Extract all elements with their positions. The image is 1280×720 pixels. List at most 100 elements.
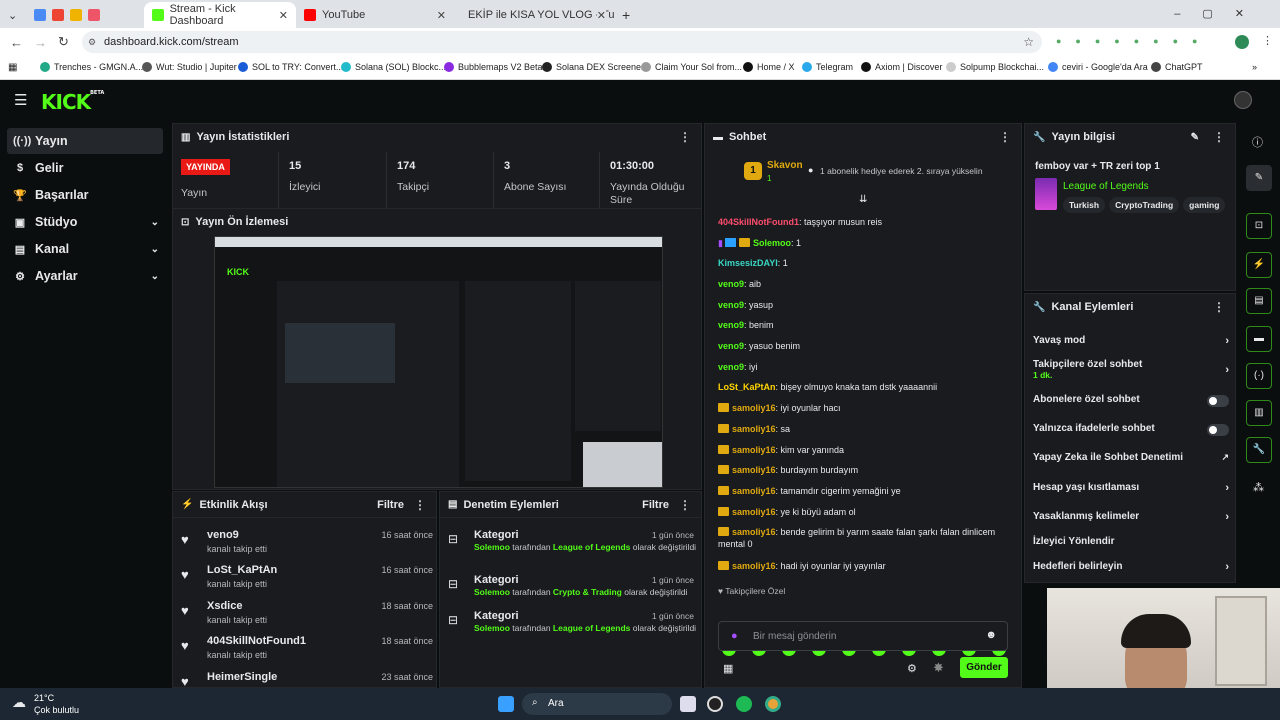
task-view-icon[interactable]: [680, 696, 696, 712]
chrome-icon[interactable]: [765, 696, 781, 712]
sidebar-item-yayin[interactable]: ((·)) Yayın: [7, 128, 163, 154]
chat-username[interactable]: veno9: [718, 341, 744, 351]
start-icon[interactable]: [498, 696, 514, 712]
edit-tool-button[interactable]: ✎: [1246, 165, 1272, 191]
extensions-icons[interactable]: ●●●●●●●●: [1056, 36, 1212, 46]
action-slow-mode[interactable]: Yavaş mod ›: [1033, 335, 1229, 347]
sidebar-item-kanal[interactable]: ▤ Kanal ⌄: [7, 236, 163, 262]
more-icon[interactable]: ⋮: [414, 498, 426, 512]
browser-menu-icon[interactable]: ⋮: [1262, 34, 1273, 47]
broadcast-tool-button[interactable]: (·): [1246, 363, 1272, 389]
bookmark-item[interactable]: SOL to TRY: Convert...: [238, 62, 343, 72]
bookmark-item[interactable]: Wut: Studio | Jupiter: [142, 62, 237, 72]
chat-input[interactable]: ● Bir mesaj gönderin ☻: [718, 621, 1008, 651]
more-icon[interactable]: ⋮: [679, 498, 691, 512]
user-avatar[interactable]: [1234, 91, 1252, 109]
reload-icon[interactable]: ↻: [58, 34, 69, 50]
wrench-tool-button[interactable]: 🔧: [1246, 437, 1272, 463]
action-emotes-only[interactable]: Yalnızca ifadelerle sohbet: [1033, 423, 1229, 436]
chat-username[interactable]: KimsesizDAYI: [718, 258, 778, 268]
more-icon[interactable]: ⋮: [1213, 130, 1225, 144]
edit-icon[interactable]: ✎: [1191, 132, 1199, 143]
sidebar-item-gelir[interactable]: $ Gelir: [7, 155, 163, 181]
action-ai-moderation[interactable]: Yapay Zeka ile Sohbet Denetimi ↗: [1033, 452, 1229, 463]
chat-username[interactable]: samoliy16: [732, 445, 776, 455]
settings-icon[interactable]: ⚙: [907, 662, 917, 675]
chat-username[interactable]: samoliy16: [732, 486, 776, 496]
filter-button[interactable]: Filtre: [642, 499, 669, 511]
tag-chip[interactable]: gaming: [1183, 197, 1226, 213]
sidebar-item-studyo[interactable]: ▣ Stüdyo ⌄: [7, 209, 163, 235]
close-icon[interactable]: ✕: [437, 9, 446, 22]
chat-username[interactable]: veno9: [718, 362, 744, 372]
sidebar-item-ayarlar[interactable]: ⚙ Ayarlar ⌄: [7, 263, 163, 289]
site-info-icon[interactable]: ⚙: [88, 31, 96, 53]
more-tools-icon[interactable]: ⁂: [1253, 481, 1264, 494]
tag-chip[interactable]: Turkish: [1063, 197, 1106, 213]
filter-button[interactable]: Filtre: [377, 499, 404, 511]
tab-ekip-vlog[interactable]: EKİP ile KISA YOL VLOG - Tutuk ✕: [454, 2, 614, 28]
action-goals[interactable]: Hedefleri belirleyin ›: [1033, 561, 1229, 573]
more-bookmarks-icon[interactable]: »: [1252, 62, 1257, 72]
chat-username[interactable]: veno9: [718, 320, 744, 330]
more-icon[interactable]: ⋮: [999, 130, 1011, 144]
bookmark-item[interactable]: Claim Your Sol from...: [641, 62, 742, 72]
back-icon[interactable]: ←: [10, 35, 23, 50]
kick-logo[interactable]: KICKBETA: [41, 90, 104, 114]
chat-username[interactable]: samoliy16: [732, 424, 776, 434]
new-tab-button[interactable]: +: [614, 2, 638, 28]
action-subscribers-only[interactable]: Abonelere özel sohbet: [1033, 394, 1229, 407]
bookmark-item[interactable]: Solana DEX Screener: [542, 62, 644, 72]
action-followers-only[interactable]: Takipçilere özel sohbet 1 dk. ›: [1033, 359, 1229, 380]
hamburger-menu-icon[interactable]: ☰: [14, 91, 27, 109]
close-icon[interactable]: ✕: [596, 8, 606, 22]
emotes-only-toggle[interactable]: [1207, 424, 1229, 436]
mic-icon[interactable]: ●: [731, 630, 738, 642]
chat-username[interactable]: samoliy16: [732, 507, 776, 517]
send-button[interactable]: Gönder: [960, 657, 1008, 678]
stream-preview-video[interactable]: KICK: [214, 236, 663, 488]
bookmark-star-icon[interactable]: ☆: [1023, 31, 1034, 53]
chat-username[interactable]: samoliy16: [732, 527, 776, 537]
bookmark-item[interactable]: Home / X: [743, 62, 795, 72]
more-icon[interactable]: ⋮: [679, 130, 691, 144]
info-icon[interactable]: ⓘ: [1252, 134, 1263, 150]
apps-grid-icon[interactable]: ▦: [8, 62, 17, 73]
doc-tool-button[interactable]: ▤: [1246, 288, 1272, 314]
chat-username[interactable]: LoSt_KaPtAn: [718, 382, 776, 392]
lightning-tool-button[interactable]: ⚡: [1246, 252, 1272, 278]
sidebar-item-basarilar[interactable]: 🏆 Başarılar: [7, 182, 163, 208]
address-bar[interactable]: ⚙ dashboard.kick.com/stream ☆: [82, 31, 1042, 53]
chat-username[interactable]: 404SkillNotFound1: [718, 217, 799, 227]
chat-username[interactable]: samoliy16: [732, 561, 776, 571]
tab-youtube[interactable]: YouTube ✕: [296, 2, 454, 28]
action-banned-words[interactable]: Yasaklanmış kelimeler ›: [1033, 511, 1229, 523]
chat-username[interactable]: Solemoo: [753, 238, 791, 248]
spotify-icon[interactable]: [736, 696, 752, 712]
more-icon[interactable]: ⋮: [1213, 300, 1225, 314]
profile-avatar[interactable]: [1235, 35, 1249, 49]
taskbar-search[interactable]: ⌕ Ara: [522, 693, 672, 715]
action-account-age[interactable]: Hesap yaşı kısıtlaması ›: [1033, 482, 1229, 494]
stats-tool-button[interactable]: ▥: [1246, 400, 1272, 426]
bookmark-item[interactable]: Bubblemaps V2 Beta: [444, 62, 543, 72]
emoji-icon[interactable]: ☻: [985, 629, 997, 641]
tab-kick-dashboard[interactable]: Stream - Kick Dashboard ✕: [144, 2, 296, 28]
bookmark-item[interactable]: ChatGPT: [1151, 62, 1203, 72]
tag-chip[interactable]: CryptoTrading: [1109, 197, 1180, 213]
bookmark-item[interactable]: ceviri - Google'da Ara: [1048, 62, 1148, 72]
chat-username[interactable]: samoliy16: [732, 403, 776, 413]
pinned-tabs[interactable]: [26, 2, 144, 28]
bookmark-item[interactable]: Axiom | Discover: [861, 62, 942, 72]
bookmark-item[interactable]: Telegram: [802, 62, 853, 72]
forward-icon[interactable]: →: [34, 35, 47, 50]
category-link[interactable]: League of Legends: [1063, 181, 1149, 192]
chat-username[interactable]: veno9: [718, 279, 744, 289]
store-icon[interactable]: ▦: [723, 662, 733, 675]
chat-username[interactable]: veno9: [718, 300, 744, 310]
emote-settings-icon[interactable]: ✸: [933, 660, 944, 676]
subscribers-only-toggle[interactable]: [1207, 395, 1229, 407]
chat-tool-button[interactable]: ▬: [1246, 326, 1272, 352]
screen-tool-button[interactable]: ⊡: [1246, 213, 1272, 239]
tab-dropdown-button[interactable]: ⌄: [0, 2, 26, 28]
